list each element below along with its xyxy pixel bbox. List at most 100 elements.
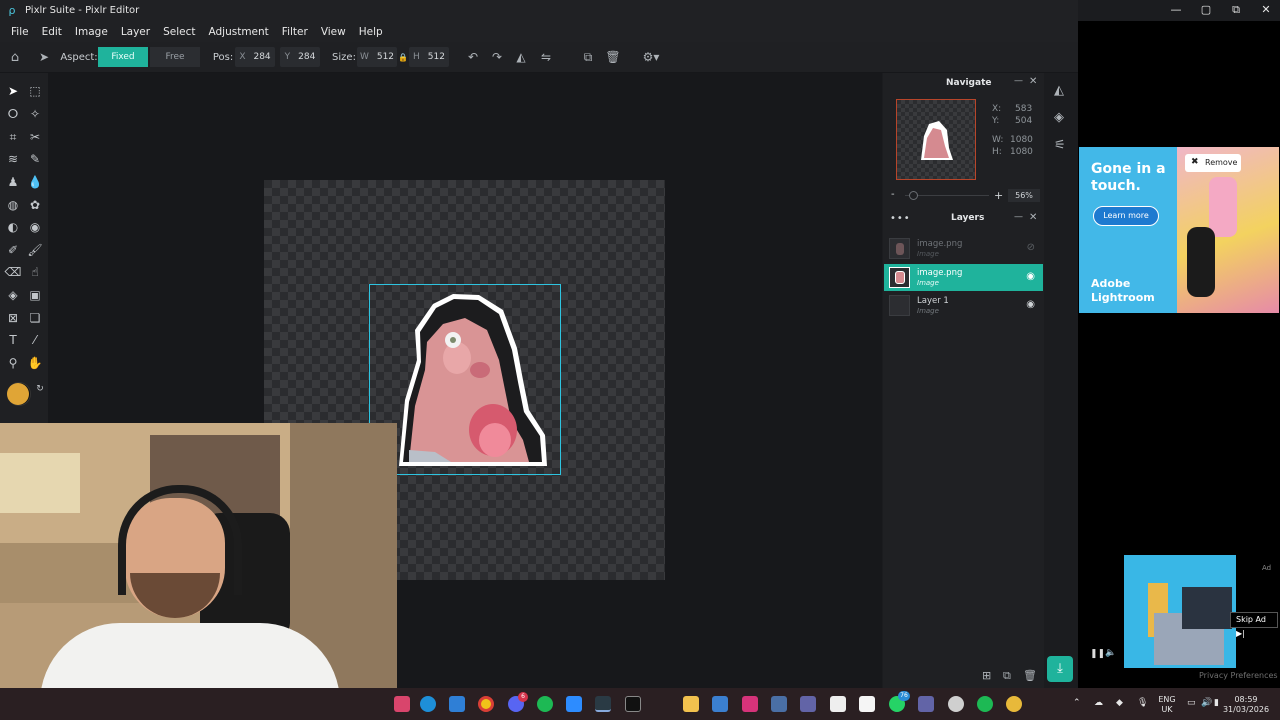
spotify-second-icon[interactable] <box>977 696 993 712</box>
arrange-tool-icon[interactable]: ➤ <box>36 47 52 67</box>
navigate-close-icon[interactable]: ✕ <box>1029 76 1037 87</box>
foreground-color-swatch[interactable] <box>7 383 29 405</box>
layer-row[interactable]: Layer 1 Image ◉ <box>884 292 1043 319</box>
save-download-button[interactable]: ⤓ <box>1047 656 1073 682</box>
chrome-icon[interactable] <box>478 696 494 712</box>
settings-gear-icon[interactable]: ⚙▾ <box>638 47 664 67</box>
minimize-icon[interactable]: — <box>1166 2 1186 18</box>
shape-tool-icon[interactable]: ⊠ <box>4 309 22 327</box>
navigate-minimize-icon[interactable]: — <box>1014 76 1023 86</box>
chrome-profile-icon[interactable] <box>1006 696 1022 712</box>
sponge-icon[interactable]: ✿ <box>26 196 44 214</box>
aspect-fixed-button[interactable]: Fixed <box>98 47 148 67</box>
selection-bounding-box[interactable] <box>369 284 561 475</box>
menu-file[interactable]: File <box>11 26 29 38</box>
duplicate-icon[interactable]: ⧉ <box>580 47 596 67</box>
lasso-tool-icon[interactable]: ⵔ <box>4 105 22 123</box>
swap-colors-icon[interactable]: ↻ <box>31 380 49 398</box>
instagram-icon[interactable] <box>742 696 758 712</box>
menu-adjustment[interactable]: Adjustment <box>209 26 269 38</box>
maximize-icon[interactable]: ▢ <box>1196 2 1216 18</box>
size-h-field[interactable]: H 512 <box>409 47 449 67</box>
navigator-thumbnail[interactable] <box>896 99 976 180</box>
ad-mute-icon[interactable]: 🔈 <box>1105 648 1116 658</box>
spotify-icon[interactable] <box>537 696 553 712</box>
outlook-icon[interactable] <box>449 696 465 712</box>
layers-menu-icon[interactable]: ••• <box>890 213 911 224</box>
visibility-off-icon[interactable]: ⊘ <box>1027 242 1035 253</box>
layer-row[interactable]: image.png Image ⊘ <box>884 235 1043 262</box>
menu-filter[interactable]: Filter <box>282 26 308 38</box>
volume-icon[interactable]: 🔊 <box>1201 698 1212 708</box>
visibility-eye-icon[interactable]: ◉ <box>1026 271 1035 282</box>
onedrive-icon[interactable]: ☁ <box>1094 698 1103 708</box>
video-ad[interactable] <box>1124 555 1236 668</box>
layers-minimize-icon[interactable]: — <box>1014 212 1023 222</box>
menu-layer[interactable]: Layer <box>121 26 150 38</box>
tray-overflow-icon[interactable]: ⌃ <box>1073 698 1081 708</box>
notepad-icon[interactable] <box>830 696 846 712</box>
navigator-toggle-icon[interactable]: ◭ <box>1054 83 1064 98</box>
lock-ratio-icon[interactable]: 🔒 <box>398 47 408 67</box>
menu-help[interactable]: Help <box>359 26 383 38</box>
pixlr-taskbar-icon[interactable] <box>595 696 611 712</box>
smudge-tool-icon[interactable]: ☝ <box>26 263 44 281</box>
vlc-icon[interactable] <box>859 696 875 712</box>
eraser-tool-icon[interactable]: ⌫ <box>4 263 22 281</box>
app-taskbar-icon[interactable] <box>394 696 410 712</box>
tray-app-icon[interactable]: ◆ <box>1116 698 1123 708</box>
pencil-tool-icon[interactable]: ✐ <box>4 241 22 259</box>
delete-icon[interactable]: 🗑 <box>605 47 621 67</box>
calculator-icon[interactable] <box>771 696 787 712</box>
capcut-icon[interactable] <box>625 696 641 712</box>
close-icon[interactable]: ✕ <box>1256 2 1276 18</box>
microphone-icon[interactable]: 🎙 <box>1137 698 1148 708</box>
ad-pause-icon[interactable]: ❚❚ <box>1090 649 1105 659</box>
flip-horizontal-icon[interactable]: ◭ <box>513 47 529 67</box>
add-layer-icon[interactable]: ⊞ <box>982 669 991 682</box>
dodge-burn-icon[interactable]: ◐ <box>4 218 22 236</box>
menu-select[interactable]: Select <box>163 26 195 38</box>
clone-stamp-icon[interactable]: ♟ <box>4 173 22 191</box>
language-indicator[interactable]: ENG UK <box>1155 695 1179 715</box>
layers-close-icon[interactable]: ✕ <box>1029 212 1037 223</box>
ad-learn-more-button[interactable]: Learn more <box>1093 206 1159 226</box>
adobe-lightroom-ad[interactable]: Gone in a touch. Learn more Adobe Lightr… <box>1079 147 1279 313</box>
eyedropper-icon[interactable]: ⁄ <box>26 331 44 349</box>
blur-drop-icon[interactable]: 💧 <box>26 173 44 191</box>
menu-view[interactable]: View <box>321 26 346 38</box>
teams-icon[interactable] <box>800 696 816 712</box>
liquify-tool-icon[interactable]: ≋ <box>4 150 22 168</box>
magic-wand-icon[interactable]: ✧ <box>26 105 44 123</box>
adjustments-toggle-icon[interactable]: ⚟ <box>1054 138 1066 153</box>
file-explorer-icon[interactable] <box>683 696 699 712</box>
layer-row-selected[interactable]: image.png Image ◉ <box>884 264 1043 291</box>
zoom-in-button[interactable]: + <box>994 189 1003 202</box>
flip-vertical-icon[interactable]: ⇋ <box>538 47 554 67</box>
zoom-icon[interactable] <box>566 696 582 712</box>
arrange-tool-icon[interactable]: ➤ <box>4 82 22 100</box>
rotate-right-icon[interactable]: ↷ <box>489 47 505 67</box>
zoom-out-button[interactable]: - <box>891 189 895 200</box>
edge-browser-icon[interactable] <box>420 696 436 712</box>
fill-bucket-icon[interactable]: ◈ <box>4 286 22 304</box>
heal-tool-icon[interactable]: ✎ <box>26 150 44 168</box>
settings-icon[interactable] <box>948 696 964 712</box>
gradient-tool-icon[interactable]: ▣ <box>26 286 44 304</box>
layers-toggle-icon[interactable]: ◈ <box>1054 110 1064 125</box>
sticker-tool-icon[interactable]: ❏ <box>26 309 44 327</box>
battery-icon[interactable]: ▮ <box>1214 698 1219 708</box>
visibility-eye-icon[interactable]: ◉ <box>1026 299 1035 310</box>
text-tool-icon[interactable]: T <box>4 331 22 349</box>
network-icon[interactable]: ▭ <box>1187 698 1196 708</box>
pos-x-field[interactable]: X 284 <box>235 47 275 67</box>
zoom-tool-icon[interactable]: ⚲ <box>4 354 22 372</box>
privacy-preferences-link[interactable]: Privacy Preferences <box>1199 671 1278 680</box>
pos-y-field[interactable]: Y 284 <box>280 47 320 67</box>
home-icon[interactable]: ⌂ <box>6 47 24 67</box>
menu-image[interactable]: Image <box>75 26 108 38</box>
menu-edit[interactable]: Edit <box>42 26 62 38</box>
duplicate-layer-icon[interactable]: ⧉ <box>1003 669 1011 683</box>
restore-icon[interactable]: ⧉ <box>1226 2 1246 18</box>
clock[interactable]: 08:59 31/03/2026 <box>1221 695 1271 715</box>
